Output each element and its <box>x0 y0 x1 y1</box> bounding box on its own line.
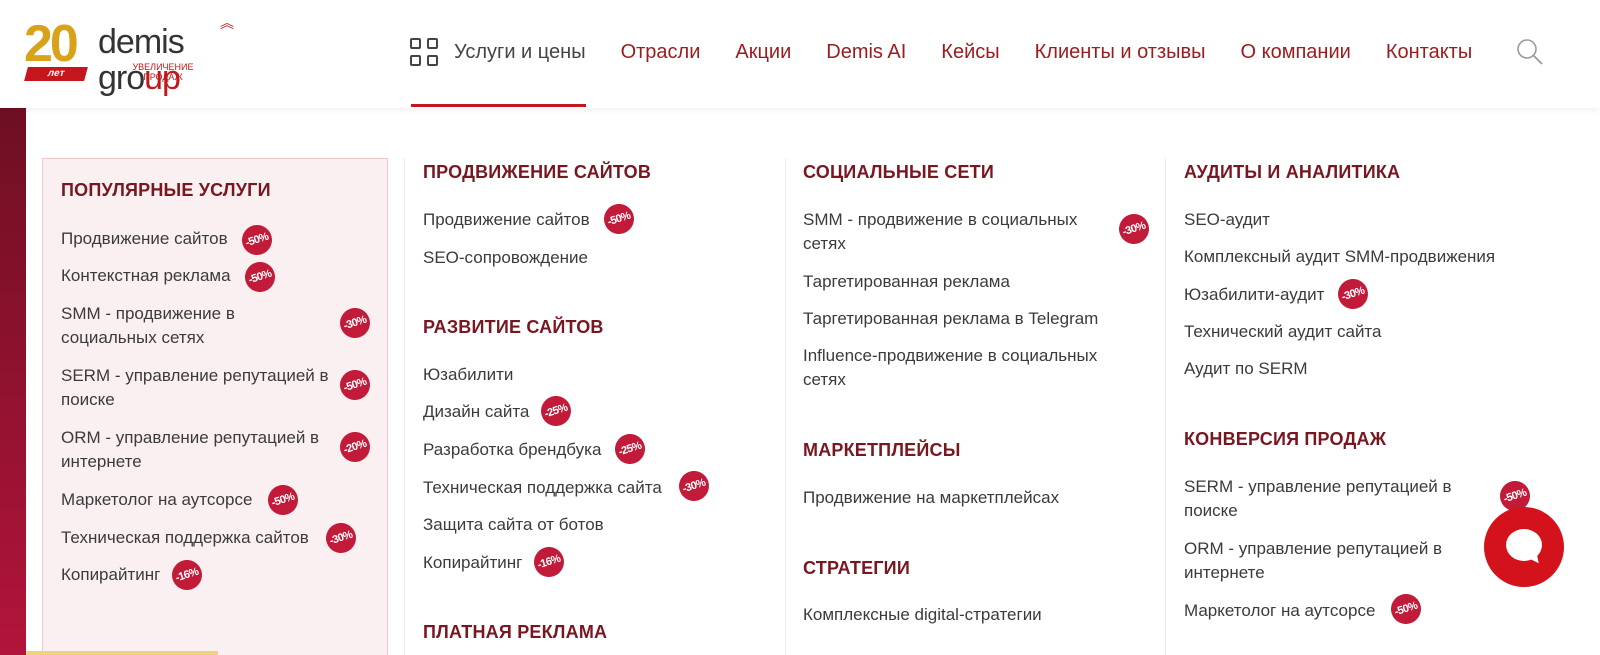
discount-badge: -16% <box>168 556 206 594</box>
main-nav: Услуги и цены Отрасли Акции Demis AI Кей… <box>410 30 1507 74</box>
menu-item[interactable]: Таргетированная реклама <box>803 270 1133 294</box>
logo-years-label: лет <box>24 67 88 81</box>
section-title-audits: АУДИТЫ И АНАЛИТИКА <box>1184 162 1401 182</box>
menu-item[interactable]: Дизайн сайта -25% <box>423 392 753 430</box>
discount-badge: -50% <box>264 481 302 519</box>
menu-item[interactable]: Разработка брендбука -25% <box>423 430 753 468</box>
chat-icon[interactable] <box>1484 507 1564 587</box>
section-title-marketplaces: МАРКЕТПЛЕЙСЫ <box>803 440 961 460</box>
menu-item[interactable]: Комплексные digital-стратегии <box>803 603 1133 627</box>
menu-item[interactable]: SERM - управление репутацией в поиске <box>1184 475 1484 523</box>
menu-item[interactable]: Контекстная реклама -50% <box>61 258 361 296</box>
menu-item[interactable]: Техническая поддержка сайта -30% <box>423 467 763 505</box>
menu-item[interactable]: Маркетолог на аутсорсе -50% <box>61 481 361 519</box>
discount-badge: -20% <box>336 428 374 466</box>
menu-item[interactable]: Юзабилити <box>423 363 753 387</box>
menu-item[interactable]: Продвижение сайтов -50% <box>61 221 361 259</box>
discount-badge: -50% <box>241 258 279 296</box>
menu-item[interactable]: ORM - управление репутацией в интернете <box>61 426 341 474</box>
section-title-conversion: КОНВЕРСИЯ ПРОДАЖ <box>1184 429 1387 449</box>
menu-item[interactable]: Таргетированная реклама в Telegram <box>803 307 1143 331</box>
grid-icon[interactable] <box>410 38 438 66</box>
section-title-strategies: СТРАТЕГИИ <box>803 558 910 578</box>
discount-badge: -25% <box>611 430 649 468</box>
nav-item-industries[interactable]: Отрасли <box>621 41 701 64</box>
menu-item[interactable]: Защита сайта от ботов <box>423 513 753 537</box>
nav-item-services[interactable]: Услуги и цены <box>454 41 586 64</box>
section-title-social: СОЦИАЛЬНЫЕ СЕТИ <box>803 162 994 182</box>
column-divider <box>1165 158 1166 655</box>
menu-item[interactable]: SMM - продвижение в социальных сетях <box>803 208 1103 256</box>
menu-item[interactable]: Маркетолог на аутсорсе -50% <box>1184 590 1524 628</box>
popular-services-panel: ПОПУЛЯРНЫЕ УСЛУГИ Продвижение сайтов -50… <box>42 158 388 655</box>
discount-badge: -50% <box>600 200 638 238</box>
discount-badge: -50% <box>336 366 374 404</box>
active-nav-underline <box>411 104 586 107</box>
logo-tagline: увеличение продаж <box>132 62 194 82</box>
nav-item-clients[interactable]: Клиенты и отзывы <box>1035 41 1206 64</box>
search-icon[interactable] <box>1516 38 1544 66</box>
site-header: 20 лет demis group ︽ увеличение продаж У… <box>0 0 1600 108</box>
nav-item-demis-ai[interactable]: Demis AI <box>826 41 906 64</box>
popular-services-title: ПОПУЛЯРНЫЕ УСЛУГИ <box>61 180 271 200</box>
section-title-paid-ads: ПЛАТНАЯ РЕКЛАМА <box>423 622 608 642</box>
logo-name: demis group <box>98 23 185 97</box>
menu-item[interactable]: SEO-аудит <box>1184 208 1524 232</box>
logo-anniversary: 20 <box>24 15 79 73</box>
section-title-web-dev: РАЗВИТИЕ САЙТОВ <box>423 317 604 337</box>
menu-item[interactable]: Копирайтинг -16% <box>61 556 361 594</box>
menu-item[interactable]: Техническая поддержка сайтов -30% <box>61 519 381 557</box>
menu-item[interactable]: SMM - продвижение в социальных сетях <box>61 302 261 350</box>
menu-item[interactable]: Influence-продвижение в социальных сетях <box>803 344 1143 392</box>
menu-item[interactable]: ORM - управление репутацией в интернете <box>1184 537 1484 585</box>
menu-item[interactable]: Продвижение на маркетплейсах <box>803 486 1133 510</box>
discount-badge: -30% <box>336 304 374 342</box>
logo-chevron-icon: ︽ <box>220 15 234 31</box>
discount-badge: -30% <box>322 519 360 557</box>
side-accent <box>0 108 26 655</box>
section-title-seo: ПРОДВИЖЕНИЕ САЙТОВ <box>423 162 652 182</box>
logo[interactable]: 20 лет demis group ︽ увеличение продаж <box>24 15 264 96</box>
menu-item[interactable]: SERM - управление репутацией в поиске <box>61 364 341 412</box>
discount-badge: -50% <box>238 221 276 259</box>
discount-badge: -16% <box>530 543 568 581</box>
column-divider <box>785 158 786 655</box>
bottom-accent-line <box>26 651 218 655</box>
menu-item[interactable]: Комплексный аудит SMM-продвижения <box>1184 245 1554 269</box>
discount-badge: -30% <box>675 467 713 505</box>
menu-item[interactable]: Аудит по SERM <box>1184 357 1524 381</box>
menu-item[interactable]: Технический аудит сайта <box>1184 320 1524 344</box>
discount-badge: -30% <box>1115 210 1153 248</box>
discount-badge: -30% <box>1334 275 1372 313</box>
nav-item-about[interactable]: О компании <box>1241 41 1351 64</box>
menu-item[interactable]: Юзабилити-аудит -30% <box>1184 275 1524 313</box>
column-divider <box>404 158 405 655</box>
menu-item[interactable]: Копирайтинг -16% <box>423 543 753 581</box>
nav-item-contacts[interactable]: Контакты <box>1386 41 1472 64</box>
discount-badge: -50% <box>1387 590 1425 628</box>
menu-item[interactable]: Продвижение сайтов -50% <box>423 200 753 238</box>
nav-item-cases[interactable]: Кейсы <box>941 41 999 64</box>
discount-badge: -25% <box>537 392 575 430</box>
nav-item-promotions[interactable]: Акции <box>735 41 791 64</box>
menu-item[interactable]: SEO-сопровождение <box>423 246 753 270</box>
services-mega-menu: ПОПУЛЯРНЫЕ УСЛУГИ Продвижение сайтов -50… <box>26 108 1600 655</box>
